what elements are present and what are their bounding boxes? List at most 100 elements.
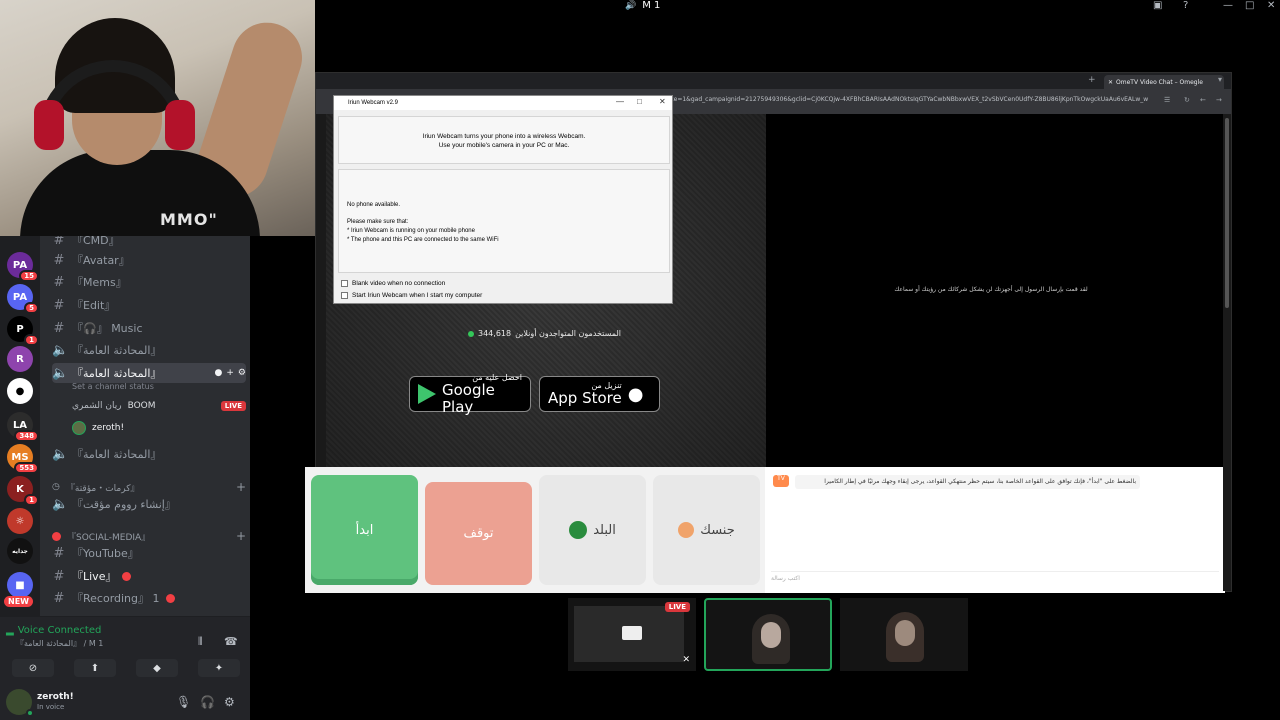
hash-icon: #	[53, 568, 65, 584]
microphone-icon[interactable]: 🎙	[176, 695, 191, 709]
channel-recording[interactable]: # 『Recording』 1	[52, 588, 246, 608]
server-icon[interactable]: P1	[7, 316, 39, 346]
server-icon[interactable]: MS 553	[7, 444, 39, 474]
server-icon[interactable]: جدايه	[7, 538, 33, 564]
checkbox-box[interactable]	[341, 280, 348, 287]
forward-icon[interactable]: →	[1216, 96, 1222, 104]
dialog-intro: Iriun Webcam turns your phone into a wir…	[338, 116, 670, 164]
reload-icon[interactable]: ↻	[1184, 96, 1190, 104]
add-channel-icon[interactable]: +	[236, 480, 246, 494]
category-temp[interactable]: ◷ 『كرمات・مؤقتة』 +	[52, 480, 246, 494]
channel-create-temp[interactable]: 🔈 『إنشاء رووم مؤقت』	[52, 494, 246, 514]
channel-label: 『🎧』 Music	[72, 322, 143, 335]
new-tab-icon[interactable]: +	[1088, 75, 1096, 85]
channel-status[interactable]: Set a channel status	[72, 382, 154, 391]
stop-button[interactable]: توقف	[425, 482, 532, 585]
voice-user-self[interactable]: zeroth!	[72, 418, 246, 438]
channel-live[interactable]: # 『Live』	[52, 566, 246, 586]
monitor-icon	[622, 626, 642, 640]
activity-button[interactable]: ◆	[136, 659, 178, 677]
checkbox-label: Blank video when no connection	[352, 280, 446, 287]
server-label: PA	[12, 291, 28, 303]
channel-mems[interactable]: # 『Mems』	[52, 272, 246, 292]
chat-icon[interactable]: ●	[215, 368, 223, 378]
channel-avatar[interactable]: # 『Avatar』	[52, 250, 246, 270]
back-icon[interactable]: ←	[1200, 96, 1206, 104]
make-sure-text: Please make sure that:	[347, 219, 409, 225]
live-badge: LIVE	[220, 401, 246, 411]
server-icon[interactable]: ●	[7, 378, 33, 404]
blank-video-checkbox[interactable]: Blank video when no connection	[341, 280, 445, 287]
scroll-thumb[interactable]	[1225, 118, 1229, 308]
stream-thumbnail-user-2[interactable]	[840, 598, 968, 671]
noise-icon[interactable]: ⫴	[198, 635, 203, 649]
add-channel-icon[interactable]: +	[236, 529, 246, 543]
voice-channel-active[interactable]: 🔈 『المحادثة العامة』 ● + ⚙	[52, 363, 246, 383]
tab-ometv[interactable]: ✕ OmeTV Video Chat – Omegle	[1104, 75, 1224, 89]
country-button[interactable]: البلد	[539, 475, 646, 585]
mute-icon[interactable]: ✕	[682, 655, 690, 665]
filter-icon[interactable]: ☰	[1164, 96, 1170, 104]
url-text[interactable]: rce=1&gad_campaignid=21275949306&gclid=C…	[668, 96, 1148, 107]
stream-channel-label: M 1	[642, 0, 661, 11]
screen-share-button[interactable]: ⬆	[74, 659, 116, 677]
voice-user-live[interactable]: ريان الشمري BOOM LIVE	[72, 396, 246, 416]
server-icon[interactable]: R	[7, 346, 33, 372]
voice-channel-name[interactable]: 『المحادثة العامة』 / M 1	[16, 638, 103, 649]
hash-icon: #	[53, 320, 65, 336]
headphones-icon[interactable]: 🎧	[200, 695, 215, 709]
tab-menu-icon[interactable]: ▾	[1218, 75, 1222, 84]
server-icon[interactable]: LA 348	[7, 412, 39, 442]
channel-music[interactable]: # 『🎧』 Music	[52, 318, 246, 338]
server-icon[interactable]: ■	[7, 572, 33, 598]
server-icon[interactable]: ☼	[7, 508, 33, 534]
stream-thumbnail-screen[interactable]: LIVE ✕	[568, 598, 696, 671]
server-icon[interactable]: PA 5	[7, 284, 39, 314]
headphone-right-cup	[165, 100, 195, 150]
gear-icon[interactable]: ⚙	[224, 695, 235, 709]
maximize-icon[interactable]: □	[637, 97, 642, 106]
maximize-icon[interactable]: □	[1245, 0, 1254, 11]
online-count-label: المستخدمون المتواجدون أونلاين	[515, 329, 622, 338]
checkbox-box[interactable]	[341, 292, 348, 299]
hash-icon: #	[53, 590, 65, 606]
voice-status[interactable]: ▂ Voice Connected	[6, 625, 101, 636]
stream-thumbnail-user-1[interactable]	[704, 598, 832, 671]
mention-badge: 553	[14, 462, 39, 474]
autostart-checkbox[interactable]: Start Iriun Webcam when I start my compu…	[341, 292, 482, 299]
voice-channel-1[interactable]: 🔈 『المحادثة العامة』	[52, 340, 246, 360]
channel-youtube[interactable]: # 『YouTube』	[52, 543, 246, 563]
help-icon[interactable]: ?	[1183, 0, 1188, 11]
voice-channel-3[interactable]: 🔈 『المحادثة العامة』	[52, 444, 246, 464]
webcam-overlay: MMO"	[0, 0, 315, 236]
voice-user-name: zeroth!	[92, 423, 125, 433]
gear-icon[interactable]: ⚙	[238, 368, 246, 378]
chat-input[interactable]: اكتب رسالة	[771, 571, 1219, 585]
close-icon[interactable]: ✕	[1267, 0, 1275, 11]
server-icon[interactable]: PA 15	[7, 252, 39, 282]
gender-label: جنسك	[700, 522, 735, 538]
channel-edit[interactable]: # 『Edit』	[52, 295, 246, 315]
channel-cmd[interactable]: # 『CMD』	[52, 236, 246, 250]
user-panel: zeroth! In voice 🎙 🎧 ⚙	[0, 684, 250, 720]
inbox-icon[interactable]: ▣	[1153, 0, 1162, 11]
add-member-icon[interactable]: +	[226, 368, 234, 378]
server-icon[interactable]: K1	[7, 476, 39, 506]
close-icon[interactable]: ✕	[659, 97, 666, 106]
camera-button[interactable]: ⊘	[12, 659, 54, 677]
disconnect-icon[interactable]: ☎	[224, 635, 238, 648]
voice-user-name: ريان الشمري	[72, 401, 122, 411]
screen: 🔊 M 1 ▣ ? — □ ✕ MMO" PA 15 PA 5 P 1 R ● LA 348 MS 5…	[0, 0, 1280, 720]
hash-icon: #	[53, 297, 65, 313]
start-button[interactable]: ابدأ	[311, 475, 418, 585]
google-play-button[interactable]: احصل عليه من Google Play	[409, 373, 531, 415]
page-scrollbar[interactable]	[1223, 114, 1231, 591]
minimize-icon[interactable]: —	[1223, 0, 1233, 11]
gender-button[interactable]: جنسك	[653, 475, 760, 585]
soundboard-button[interactable]: ✦	[198, 659, 240, 677]
close-tab-icon[interactable]: ✕	[1108, 79, 1113, 86]
server-label: ●	[15, 385, 25, 397]
category-social[interactable]: 『SOCIAL-MEDIA』 +	[52, 529, 246, 543]
minimize-icon[interactable]: —	[616, 97, 624, 106]
app-store-button[interactable]: تنزيل من App Store ●	[539, 376, 660, 412]
